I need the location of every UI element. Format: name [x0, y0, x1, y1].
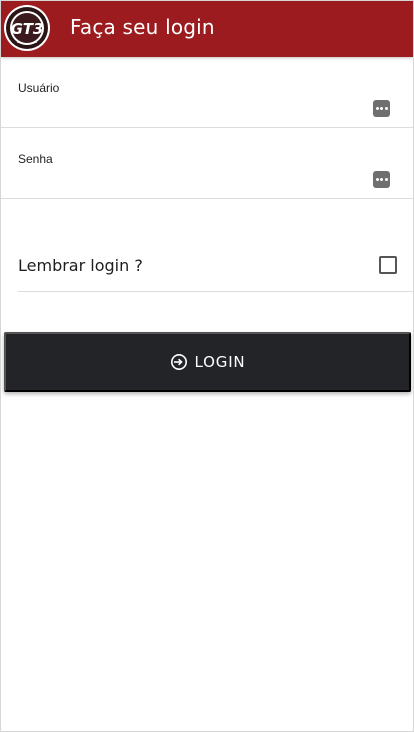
svg-text:GT3: GT3 — [11, 20, 44, 38]
login-button-label: LOGIN — [194, 353, 246, 371]
remember-login-row[interactable]: Lembrar login ? — [18, 236, 413, 292]
app-header: GT3 Faça seu login — [1, 1, 413, 57]
login-button[interactable]: LOGIN — [4, 332, 411, 392]
password-input[interactable] — [18, 169, 358, 193]
log-in-icon — [170, 354, 187, 370]
gt3-logo: GT3 — [4, 5, 50, 51]
remember-login-label: Lembrar login ? — [18, 256, 143, 275]
password-field: Senha — [1, 129, 413, 199]
remember-login-checkbox[interactable] — [379, 256, 397, 274]
password-label: Senha — [18, 152, 53, 166]
login-page: GT3 Faça seu login Usuário Senha Lembrar… — [0, 0, 414, 732]
more-dots-icon[interactable] — [373, 100, 390, 117]
username-input[interactable] — [18, 98, 358, 122]
username-field: Usuário — [1, 58, 413, 128]
more-dots-icon[interactable] — [373, 171, 390, 188]
page-title: Faça seu login — [70, 15, 215, 39]
username-label: Usuário — [18, 81, 60, 95]
